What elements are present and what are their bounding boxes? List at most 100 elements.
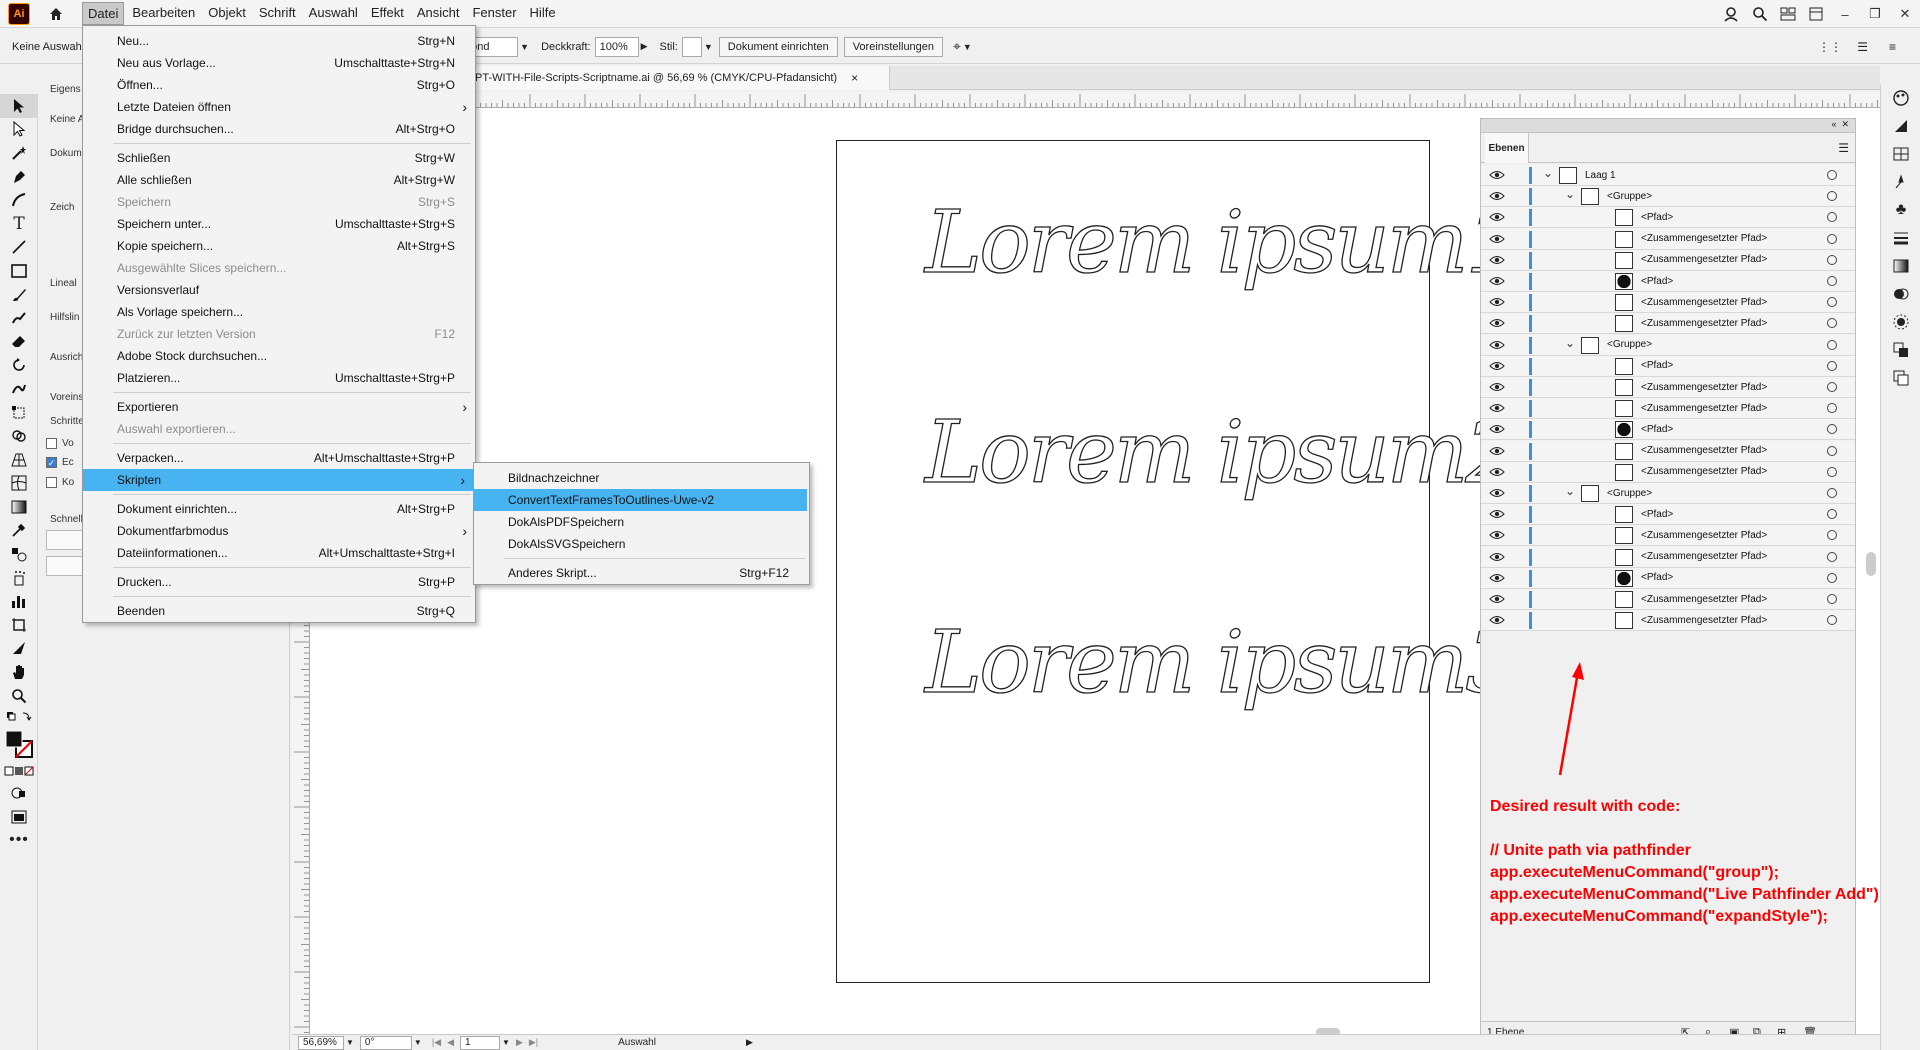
rotation-field[interactable]: 0° (359, 1035, 412, 1050)
home-icon[interactable] (42, 0, 70, 28)
eye-icon[interactable] (1489, 190, 1505, 202)
fill-stroke-swatches[interactable] (0, 727, 38, 761)
target-circle-icon[interactable] (1827, 551, 1837, 562)
menu-item-bridge-durchsuchen[interactable]: Bridge durchsuchen... Alt+Strg+O (83, 118, 475, 140)
screen-mode-icon[interactable] (0, 805, 38, 829)
symbol-sprayer-tool-icon[interactable] (0, 566, 38, 590)
layer-row[interactable]: <Zusammengesetzter Pfad> (1481, 377, 1855, 398)
target-circle-icon[interactable] (1827, 212, 1837, 223)
menu-item-speichern-unter[interactable]: Speichern unter... Umschalttaste+Strg+S (83, 213, 475, 235)
hand-tool-icon[interactable] (0, 660, 38, 684)
panel-collapse-bar[interactable]: « ✕ (1481, 119, 1855, 133)
target-circle-icon[interactable] (1827, 360, 1837, 371)
layers-tab[interactable]: Ebenen (1485, 133, 1529, 163)
target-circle-icon[interactable] (1827, 233, 1837, 244)
checkbox-checked[interactable]: ✓ (46, 457, 57, 468)
eye-icon[interactable] (1489, 317, 1505, 329)
eye-icon[interactable] (1489, 445, 1505, 457)
menu-item-dokalspdfspeichern[interactable]: DokAlsPDFSpeichern (474, 511, 809, 533)
chevron-down-icon[interactable]: ▼ (963, 42, 972, 52)
layer-row[interactable]: <Pfad> (1481, 271, 1855, 292)
default-colors-icon[interactable] (0, 707, 38, 727)
curvature-tool-icon[interactable] (0, 188, 38, 212)
search-icon[interactable] (1746, 0, 1774, 28)
layer-row[interactable]: <Zusammengesetzter Pfad> (1481, 313, 1855, 335)
artboard[interactable]: Lorem ipsum1 Lorem ipsum2 Lorem ipsum3 (836, 140, 1521, 983)
artboard-number-field[interactable]: 1 (460, 1035, 501, 1050)
free-transform-tool-icon[interactable] (0, 401, 38, 425)
menu-item-exportieren[interactable]: Exportieren › (83, 396, 475, 418)
layer-row[interactable]: <Pfad> (1481, 504, 1855, 526)
menu-item-dokumentfarbmodus[interactable]: Dokumentfarbmodus › (83, 520, 475, 542)
menu-item-öffnen[interactable]: Öffnen... Strg+O (83, 74, 475, 96)
menu-item-converttextframestooutlines-uwe-v2[interactable]: ConvertTextFramesToOutlines-Uwe-v2 (474, 489, 807, 511)
minimize-button[interactable]: – (1830, 3, 1860, 25)
arrange-documents-icon[interactable] (1802, 0, 1830, 28)
transparency-icon[interactable] (1881, 280, 1920, 308)
eye-icon[interactable] (1489, 296, 1505, 308)
eye-icon[interactable] (1489, 381, 1505, 393)
target-circle-icon[interactable] (1827, 530, 1837, 541)
previous-artboard-icon[interactable]: ◀ (447, 1037, 454, 1048)
menu-item-versionsverlauf[interactable]: Versionsverlauf (83, 279, 475, 301)
paintbrush-tool-icon[interactable] (0, 283, 38, 307)
horizontal-ruler[interactable] (310, 92, 1880, 108)
layers-icon[interactable] (1881, 364, 1920, 392)
eye-icon[interactable] (1489, 275, 1505, 287)
menu-ansicht[interactable]: Ansicht (412, 2, 465, 25)
layer-row[interactable]: <Zusammengesetzter Pfad> (1481, 546, 1855, 568)
perspective-grid-tool-icon[interactable] (0, 448, 38, 472)
eraser-tool-icon[interactable] (0, 330, 38, 354)
color-mode-icons[interactable] (0, 761, 38, 781)
menu-item-beenden[interactable]: Beenden Strg+Q (83, 600, 475, 622)
shaper-tool-icon[interactable] (0, 306, 38, 330)
menu-auswahl[interactable]: Auswahl (304, 2, 363, 25)
stroke-panel-icon[interactable] (1881, 224, 1920, 252)
layer-row[interactable]: ⌄ Laag 1 (1481, 165, 1855, 186)
chevron-down-icon[interactable]: ⌄ (1565, 187, 1575, 201)
line-tool-icon[interactable] (0, 236, 38, 260)
target-circle-icon[interactable] (1827, 594, 1837, 604)
eye-icon[interactable] (1489, 211, 1505, 223)
checkbox[interactable] (46, 438, 57, 449)
eyedropper-tool-icon[interactable] (0, 519, 38, 543)
color-guide-icon[interactable] (1881, 112, 1920, 140)
layer-row[interactable]: <Zusammengesetzter Pfad> (1481, 589, 1855, 610)
layer-row[interactable]: <Zusammengesetzter Pfad> (1481, 249, 1855, 271)
zoom-field[interactable]: 56,69% (298, 1035, 344, 1050)
artwork-text-2[interactable]: Lorem ipsum2 (924, 402, 1520, 503)
target-circle-icon[interactable] (1827, 170, 1837, 180)
menu-item-drucken[interactable]: Drucken... Strg+P (83, 571, 475, 593)
slice-tool-icon[interactable] (0, 637, 38, 661)
status-menu-arrow[interactable]: ▶ (746, 1037, 753, 1048)
target-circle-icon[interactable] (1827, 297, 1837, 308)
layer-row[interactable]: <Pfad> (1481, 419, 1855, 441)
eye-icon[interactable] (1489, 360, 1505, 372)
rotate-tool-icon[interactable] (0, 354, 38, 378)
menu-hilfe[interactable]: Hilfe (525, 2, 561, 25)
menu-item-neu-aus-vorlage[interactable]: Neu aus Vorlage... Umschalttaste+Strg+N (83, 52, 475, 74)
layer-row[interactable]: ⌄ <Gruppe> (1481, 483, 1855, 504)
next-artboard-icon[interactable]: ▶ (516, 1037, 523, 1048)
layer-row[interactable]: <Zusammengesetzter Pfad> (1481, 228, 1855, 250)
menu-item-schließen[interactable]: Schließen Strg+W (83, 147, 475, 169)
rectangle-tool-icon[interactable] (0, 259, 38, 283)
drawing-mode-icon[interactable] (0, 781, 38, 805)
menu-datei[interactable]: Datei (82, 2, 125, 25)
layer-row[interactable]: ⌄ <Gruppe> (1481, 334, 1855, 356)
color-panel-icon[interactable] (1881, 84, 1920, 112)
menu-schrift[interactable]: Schrift (254, 2, 301, 25)
workspace-grid-icon[interactable] (1774, 0, 1802, 28)
target-circle-icon[interactable] (1827, 339, 1837, 350)
eye-icon[interactable] (1489, 254, 1505, 266)
eye-icon[interactable] (1489, 593, 1505, 605)
pen-tool-icon[interactable] (0, 165, 38, 189)
eye-icon[interactable] (1489, 572, 1505, 584)
vertical-scroll-thumb[interactable] (1866, 552, 1876, 576)
graphic-styles-icon[interactable] (1881, 336, 1920, 364)
chevron-down-icon[interactable]: ▼ (346, 1038, 354, 1047)
selection-tool-icon[interactable] (0, 94, 38, 118)
target-circle-icon[interactable] (1827, 276, 1837, 286)
magic-wand-tool-icon[interactable] (0, 141, 38, 165)
menu-item-alle-schließen[interactable]: Alle schließen Alt+Strg+W (83, 169, 475, 191)
